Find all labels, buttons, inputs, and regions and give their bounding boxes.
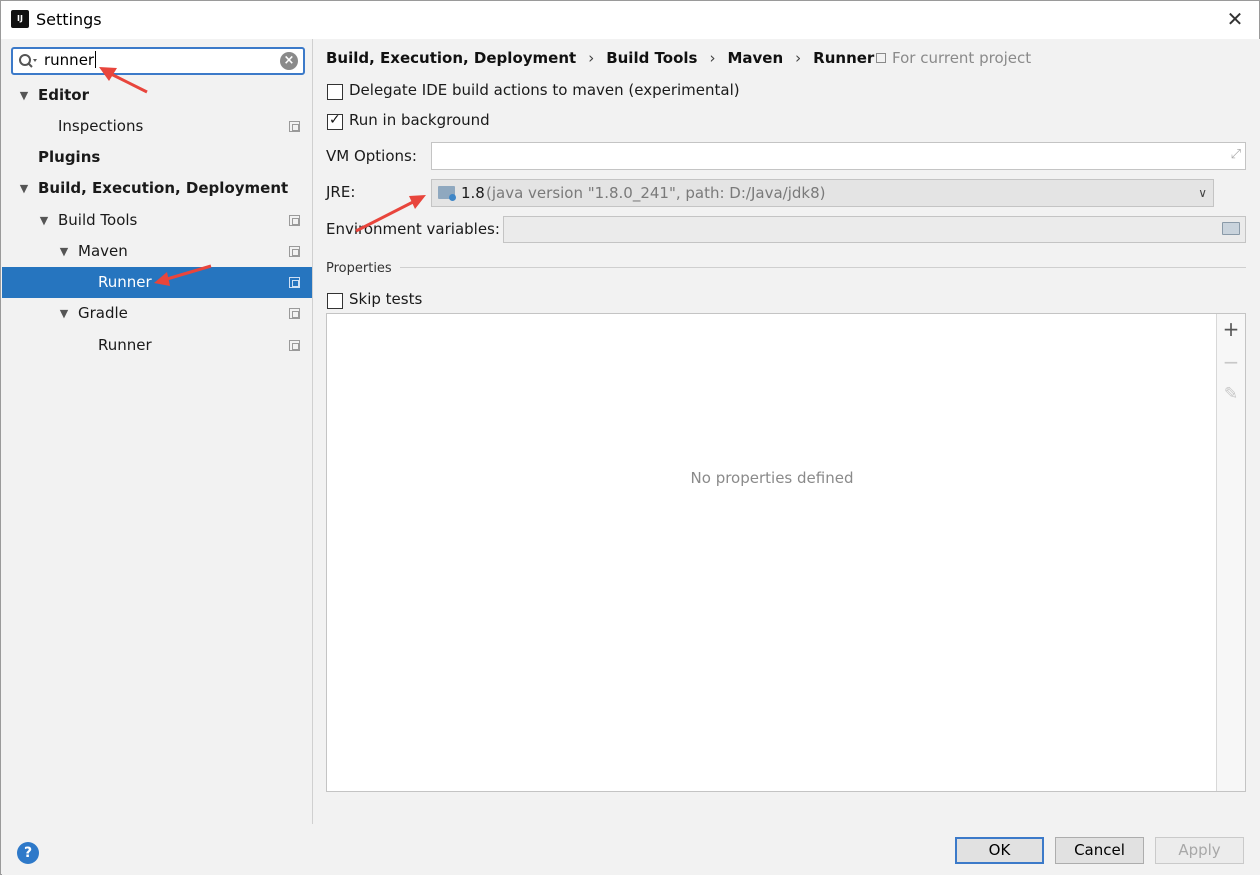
environment-variables-label: Environment variables: [326, 220, 500, 238]
cancel-button[interactable]: Cancel [1055, 837, 1144, 864]
tree-item-gradle[interactable]: ▼ Gradle [2, 298, 312, 329]
tree-item-build-tools[interactable]: ▼ Build Tools [2, 205, 312, 236]
empty-table-message: No properties defined [690, 469, 854, 487]
title-bar: IJ Settings ✕ [1, 1, 1259, 39]
chevron-down-icon[interactable]: ▼ [37, 205, 51, 236]
jre-label: JRE: [326, 183, 356, 201]
clear-search-icon[interactable]: × [280, 52, 298, 70]
properties-toolbar: + − ✎ [1216, 314, 1245, 791]
chevron-down-icon[interactable]: ∨ [1198, 180, 1207, 206]
help-icon[interactable]: ? [17, 842, 39, 864]
skip-tests-checkbox[interactable] [327, 293, 343, 309]
properties-section-title: Properties [326, 261, 400, 276]
settings-search-field[interactable]: runner × [11, 47, 305, 75]
copy-icon [876, 53, 886, 63]
copy-icon [289, 246, 300, 257]
breadcrumb-separator: › [709, 49, 716, 67]
environment-variables-field[interactable] [503, 216, 1246, 243]
tree-label: Maven [78, 242, 128, 260]
tree-label: Runner [98, 273, 152, 291]
copy-icon [289, 215, 300, 226]
delegate-to-maven-checkbox[interactable] [327, 84, 343, 100]
chevron-down-icon[interactable]: ▼ [57, 236, 71, 267]
jre-dropdown[interactable]: 1.8 (java version "1.8.0_241", path: D:/… [431, 179, 1214, 207]
search-input-value[interactable]: runner [44, 51, 96, 69]
search-icon [19, 54, 37, 68]
run-in-background-label: Run in background [349, 111, 490, 129]
expand-icon[interactable]: ⤢ [1231, 147, 1241, 162]
skip-tests-label: Skip tests [349, 290, 423, 308]
tree-item-maven[interactable]: ▼ Maven [2, 236, 312, 267]
close-window-button[interactable]: ✕ [1223, 7, 1247, 31]
tree-label: Runner [98, 336, 152, 354]
intellij-app-icon: IJ [9, 8, 29, 28]
breadcrumb-item: Maven [727, 49, 784, 67]
tree-label: Build, Execution, Deployment [38, 179, 289, 197]
breadcrumb-separator: › [588, 49, 595, 67]
add-icon[interactable]: + [1220, 318, 1242, 340]
tree-label: Gradle [78, 304, 128, 322]
edit-icon[interactable]: ✎ [1220, 383, 1242, 405]
tree-label: Build Tools [58, 211, 138, 229]
chevron-down-icon[interactable]: ▼ [57, 298, 71, 329]
delegate-to-maven-label: Delegate IDE build actions to maven (exp… [349, 81, 740, 99]
breadcrumb-item: Runner [813, 49, 875, 67]
copy-icon [289, 340, 300, 351]
apply-button[interactable]: Apply [1155, 837, 1244, 864]
scope-indicator: For current project [876, 49, 1031, 67]
copy-icon [289, 277, 300, 288]
copy-icon [289, 121, 300, 132]
chevron-down-icon[interactable]: ▼ [17, 173, 31, 204]
tree-label: Plugins [38, 148, 101, 166]
tree-item-plugins[interactable]: Plugins [2, 142, 312, 173]
scope-label: For current project [892, 49, 1032, 67]
settings-content-panel: Build, Execution, Deployment › Build Tools… [314, 39, 1260, 824]
jre-detail: (java version "1.8.0_241", path: D:/Java… [486, 184, 826, 202]
settings-window: IJ Settings ✕ runner × ▼ Editor Inspecti… [0, 0, 1260, 875]
tree-label: Editor [38, 86, 89, 104]
breadcrumb: Build, Execution, Deployment › Build Tools… [326, 49, 874, 71]
run-in-background-checkbox[interactable] [327, 112, 343, 130]
breadcrumb-item: Build Tools [606, 49, 698, 67]
copy-icon [289, 308, 300, 319]
tree-item-build-execution-deployment[interactable]: ▼ Build, Execution, Deployment [2, 173, 312, 204]
vm-options-field[interactable]: ⤢ [431, 142, 1246, 170]
remove-icon[interactable]: − [1220, 351, 1242, 373]
tree-item-maven-runner[interactable]: Runner [2, 267, 312, 298]
chevron-down-icon[interactable]: ▼ [17, 80, 31, 111]
tree-item-gradle-runner[interactable]: Runner [2, 330, 312, 361]
dialog-footer: ? OK Cancel Apply [2, 824, 1260, 875]
ok-button[interactable]: OK [955, 837, 1044, 864]
properties-table[interactable]: No properties defined + − ✎ [326, 313, 1246, 792]
jdk-folder-icon [438, 186, 456, 201]
vm-options-label: VM Options: [326, 147, 417, 165]
jre-version: 1.8 [461, 184, 485, 202]
folder-icon[interactable] [1222, 222, 1240, 235]
tree-label: Inspections [58, 117, 144, 135]
window-title: Settings [36, 10, 102, 29]
section-divider [399, 267, 1246, 268]
settings-sidebar: runner × ▼ Editor Inspections Plugins ▼ … [2, 39, 313, 824]
tree-item-editor[interactable]: ▼ Editor [2, 80, 312, 111]
tree-item-inspections[interactable]: Inspections [2, 111, 312, 142]
breadcrumb-item: Build, Execution, Deployment [326, 49, 577, 67]
breadcrumb-separator: › [795, 49, 802, 67]
